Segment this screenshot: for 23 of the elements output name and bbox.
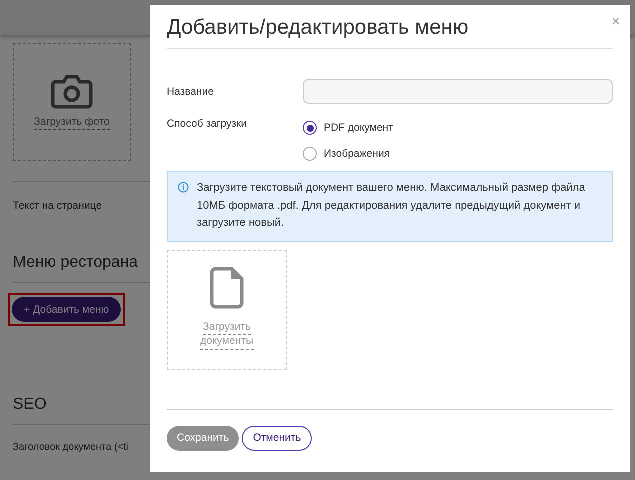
- info-icon: [178, 182, 189, 193]
- photo-upload-area[interactable]: Загрузить фото: [13, 43, 131, 161]
- field-label: Способ загрузки: [167, 118, 248, 132]
- dialog-title: Добавить/редактировать меню: [167, 5, 613, 49]
- radio-option[interactable]: PDF документ: [303, 121, 394, 135]
- radio-button[interactable]: [303, 147, 317, 161]
- camera-icon: [51, 74, 93, 110]
- add-menu-button[interactable]: + Добавить меню: [12, 297, 122, 322]
- document-upload-area[interactable]: Загрузить документы: [167, 250, 287, 370]
- field-label: Текст на странице: [13, 200, 104, 212]
- close-button[interactable]: ×: [612, 13, 620, 29]
- section-heading: SEO: [13, 396, 48, 414]
- document-icon: [210, 266, 244, 309]
- field-label: Название: [167, 86, 215, 98]
- section-heading: Меню ресторана: [13, 254, 140, 272]
- name-field[interactable]: [303, 79, 613, 104]
- cancel-button[interactable]: Отменить: [242, 426, 312, 451]
- info-text: Загрузите текстовый документ вашего меню. Максимальный размер файла 10МБ формата .pdf. Для редактирования удалите предыдущий документ и загрузите новый.: [197, 181, 586, 232]
- radio-button[interactable]: [303, 121, 317, 135]
- upload-photo-link[interactable]: Загрузить фото: [34, 116, 110, 130]
- upload-documents-link[interactable]: Загрузить документы: [200, 320, 254, 350]
- field-label: Заголовок документа (<ti: [13, 442, 130, 453]
- radio-option[interactable]: Изображения: [303, 147, 394, 161]
